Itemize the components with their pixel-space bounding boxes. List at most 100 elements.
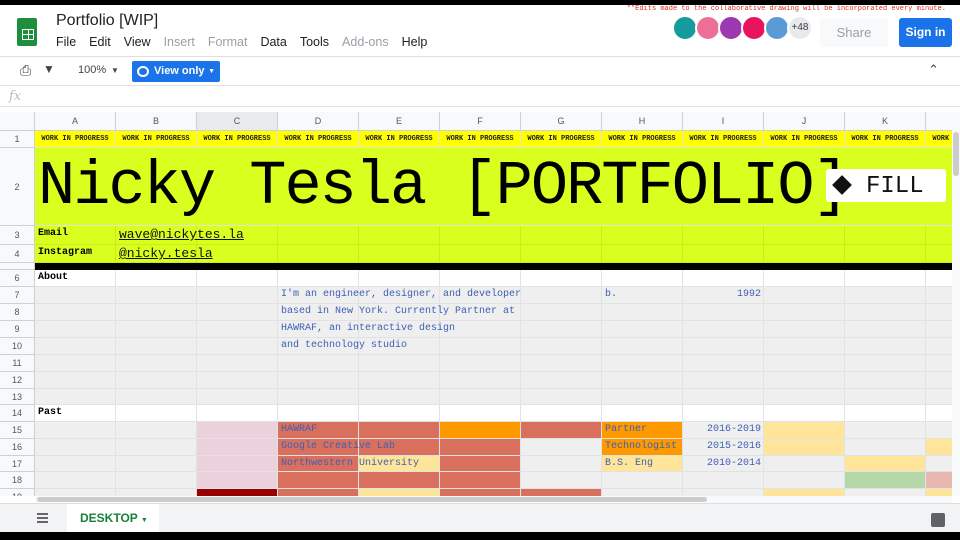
cell-i5[interactable] <box>683 263 764 270</box>
row-header-9[interactable]: 9 <box>0 321 35 338</box>
cell-d17[interactable]: Northwestern University <box>278 456 419 472</box>
column-header-l[interactable]: L <box>926 112 952 131</box>
cell-b9[interactable] <box>116 321 197 338</box>
cell-a15[interactable] <box>35 422 116 439</box>
cell-g3[interactable] <box>521 226 602 245</box>
cell-i3[interactable] <box>683 226 764 245</box>
cell-l14[interactable] <box>926 405 952 422</box>
cell-d11[interactable] <box>278 355 359 372</box>
cell-a18[interactable] <box>35 472 116 489</box>
cell-a5[interactable] <box>35 263 116 270</box>
cell-a13[interactable] <box>35 389 116 405</box>
cell-h19[interactable] <box>602 489 683 496</box>
cell-g12[interactable] <box>521 372 602 389</box>
explore-icon[interactable] <box>931 513 945 527</box>
cell-h11[interactable] <box>602 355 683 372</box>
cell-j7[interactable] <box>764 287 845 304</box>
cell-a6[interactable]: About <box>35 270 116 287</box>
cell-d4[interactable] <box>278 245 359 263</box>
cell-k4[interactable] <box>845 245 926 263</box>
cell-d13[interactable] <box>278 389 359 405</box>
cell-h8[interactable] <box>602 304 683 321</box>
cell-f17[interactable] <box>440 456 521 472</box>
cell-c17[interactable] <box>197 456 278 472</box>
cell-i13[interactable] <box>683 389 764 405</box>
cell-k19[interactable] <box>845 489 926 496</box>
cell-d12[interactable] <box>278 372 359 389</box>
cell-g9[interactable] <box>521 321 602 338</box>
cell-g13[interactable] <box>521 389 602 405</box>
cell-f16[interactable] <box>440 439 521 456</box>
cell-f10[interactable] <box>440 338 521 355</box>
cell-i1[interactable]: WORK IN PROGRESS <box>683 131 764 148</box>
row-header-2[interactable]: 2 <box>0 148 35 226</box>
cell-i8[interactable] <box>683 304 764 321</box>
cell-f11[interactable] <box>440 355 521 372</box>
cell-b1[interactable]: WORK IN PROGRESS <box>116 131 197 148</box>
row-header-15[interactable]: 15 <box>0 422 35 439</box>
cell-l3[interactable] <box>926 226 952 245</box>
cell-c14[interactable] <box>197 405 278 422</box>
cell-e18[interactable] <box>359 472 440 489</box>
cell-l7[interactable] <box>926 287 952 304</box>
column-header-j[interactable]: J <box>764 112 845 131</box>
cell-k13[interactable] <box>845 389 926 405</box>
cell-i7[interactable]: 1992 <box>683 287 764 304</box>
cell-j16[interactable] <box>764 439 845 456</box>
cell-h13[interactable] <box>602 389 683 405</box>
cell-i18[interactable] <box>683 472 764 489</box>
column-header-f[interactable]: F <box>440 112 521 131</box>
cell-a10[interactable] <box>35 338 116 355</box>
sheet-tab-desktop[interactable]: DESKTOP ▼ <box>67 504 159 532</box>
cell-a17[interactable] <box>35 456 116 472</box>
scroll-thumb[interactable] <box>953 132 959 176</box>
cell-d3[interactable] <box>278 226 359 245</box>
cell-e15[interactable] <box>359 422 440 439</box>
cell-l18[interactable] <box>926 472 952 489</box>
cell-b19[interactable] <box>116 489 197 496</box>
cell-c6[interactable] <box>197 270 278 287</box>
cell-f13[interactable] <box>440 389 521 405</box>
cell-c9[interactable] <box>197 321 278 338</box>
cell-g16[interactable] <box>521 439 602 456</box>
cell-d15[interactable]: HAWRAF <box>278 422 359 439</box>
select-all-corner[interactable] <box>0 112 35 131</box>
cell-k11[interactable] <box>845 355 926 372</box>
cell-l11[interactable] <box>926 355 952 372</box>
vertical-scrollbar[interactable] <box>952 112 960 496</box>
cell-e19[interactable] <box>359 489 440 496</box>
cell-i19[interactable] <box>683 489 764 496</box>
cell-j8[interactable] <box>764 304 845 321</box>
cell-k12[interactable] <box>845 372 926 389</box>
cell-j19[interactable] <box>764 489 845 496</box>
cell-k7[interactable] <box>845 287 926 304</box>
cell-h15[interactable]: Partner <box>602 422 683 439</box>
cell-j11[interactable] <box>764 355 845 372</box>
row-header-6[interactable]: 6 <box>0 270 35 287</box>
cell-a3[interactable]: Email <box>35 226 116 245</box>
cell-b17[interactable] <box>116 456 197 472</box>
cell-c16[interactable] <box>197 439 278 456</box>
cell-d16[interactable]: Google Creative Lab <box>278 439 395 456</box>
cell-c5[interactable] <box>197 263 278 270</box>
cell-g8[interactable] <box>521 304 602 321</box>
cell-d9[interactable]: HAWRAF, an interactive design <box>278 321 455 338</box>
cell-j9[interactable] <box>764 321 845 338</box>
cell-d6[interactable] <box>278 270 359 287</box>
cell-c11[interactable] <box>197 355 278 372</box>
cell-a2[interactable]: Nicky Tesla [PORTFOLIO] <box>35 148 935 226</box>
cell-j10[interactable] <box>764 338 845 355</box>
row-header-11[interactable]: 11 <box>0 355 35 372</box>
cell-f5[interactable] <box>440 263 521 270</box>
cell-i6[interactable] <box>683 270 764 287</box>
cell-a16[interactable] <box>35 439 116 456</box>
cell-e3[interactable] <box>359 226 440 245</box>
cell-c15[interactable] <box>197 422 278 439</box>
cell-b5[interactable] <box>116 263 197 270</box>
cell-d5[interactable] <box>278 263 359 270</box>
cell-k10[interactable] <box>845 338 926 355</box>
cell-b3[interactable]: wave@nickytes.la <box>116 226 244 245</box>
cell-g18[interactable] <box>521 472 602 489</box>
column-header-h[interactable]: H <box>602 112 683 131</box>
cell-j4[interactable] <box>764 245 845 263</box>
